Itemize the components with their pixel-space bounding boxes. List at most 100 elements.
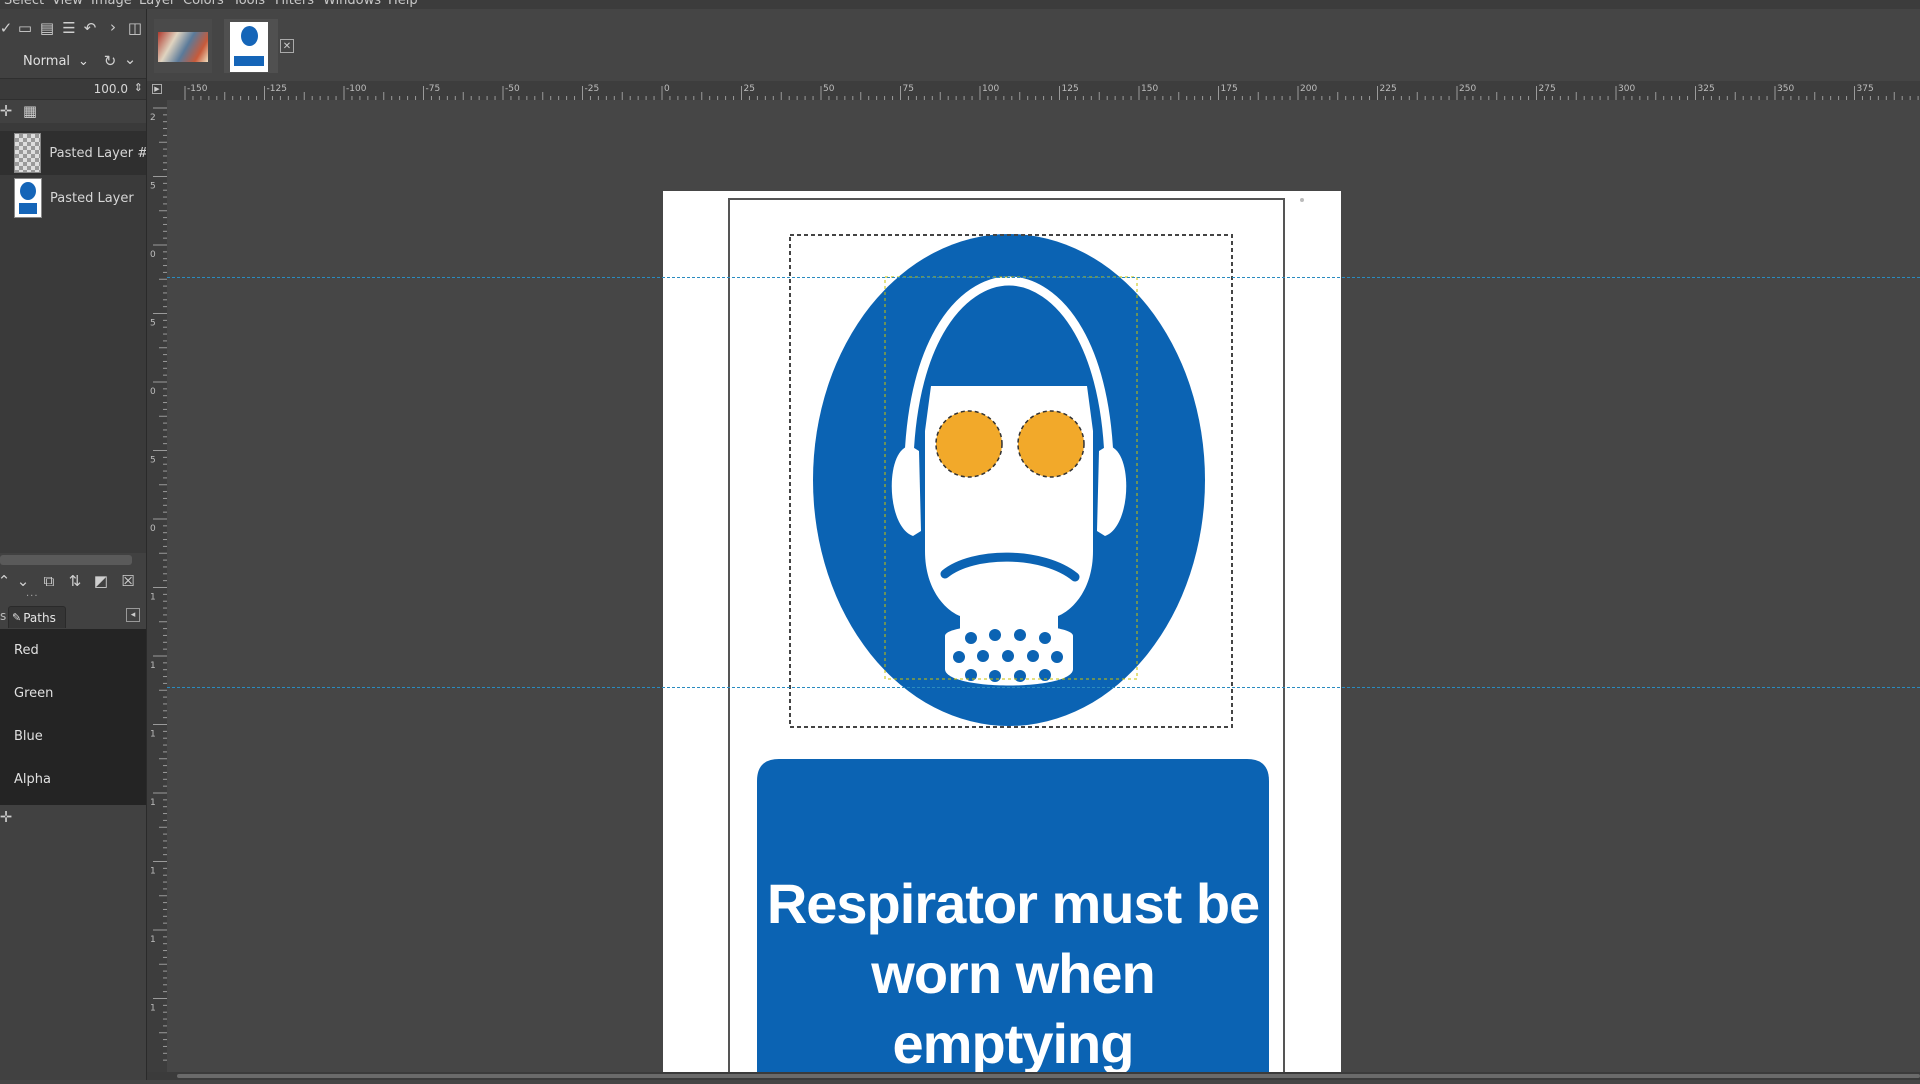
close-tab-icon[interactable]: ✕ [280, 39, 294, 53]
layer-row[interactable]: Pasted Layer [0, 176, 146, 220]
ruler-label: 5 [150, 456, 156, 466]
ruler-label: 100 [982, 84, 999, 94]
ruler-label: 1 [150, 661, 156, 671]
menubar: Select View Image Layer Colors Tools Fil… [0, 0, 1920, 9]
layer-actions-bar: ⌃ ⌄ ⧉ ⇅ ◩ ☒ [0, 571, 146, 593]
device-status-icon[interactable]: ▤ [37, 18, 57, 38]
menu-tools[interactable]: Tools [233, 0, 265, 8]
ruler-label: 2 [150, 113, 156, 123]
ruler-label: -100 [346, 84, 367, 94]
page-corner-mark [1300, 198, 1304, 202]
chevron-down-icon[interactable]: ⌄ [120, 49, 140, 69]
tab-menu-icon[interactable]: ◂ [126, 608, 140, 622]
ruler-label: -125 [267, 84, 287, 94]
horizontal-ruler-ticks: -150 -125 -100 -75 -50 -25 0 25 50 75 100 125 150 175… [184, 84, 1919, 100]
layer-thumbnail [14, 178, 42, 218]
tab-channels-stub[interactable]: s [0, 609, 6, 623]
channel-row-blue[interactable]: Blue [0, 715, 146, 758]
channels-actions-bar: ✛ [0, 807, 146, 829]
menu-filters[interactable]: Filters [275, 0, 314, 8]
ruler-label: 200 [1300, 84, 1317, 94]
sign-text-line: Respirator must be [766, 872, 1260, 935]
tab-paths-label: Paths [23, 610, 56, 625]
menu-layer[interactable]: Layer [139, 0, 175, 8]
layer-name: Pasted Layer [50, 190, 134, 206]
lock-position-icon[interactable]: ✛ [0, 101, 16, 121]
layer-mode-value: Normal [23, 53, 71, 69]
menu-view[interactable]: View [52, 0, 83, 8]
opacity-value: 100.0 [93, 82, 128, 96]
canvas-area[interactable]: Respirator must be worn when emptying [167, 100, 1920, 1072]
ruler-label: 5 [150, 319, 156, 329]
panel-menu-icon[interactable]: ◫ [125, 18, 145, 38]
ruler-label: 225 [1380, 84, 1397, 94]
left-dock-panel: ✓ ▭ ▤ ☰ ↶ › ◫ Normal ⌄ ↻ ⌄ 100.0 ⇕ ✛ ▦ P… [0, 9, 147, 1080]
image-tabs: ✕ [147, 9, 1920, 81]
horizontal-guide[interactable] [167, 687, 1920, 688]
chevron-right-icon[interactable]: › [103, 17, 123, 37]
opacity-spin-icon[interactable]: ⇕ [134, 81, 143, 94]
ruler-label: 75 [903, 84, 914, 94]
layer-row[interactable]: Pasted Layer # [0, 131, 146, 175]
ruler-label: 25 [744, 84, 755, 94]
ruler-label: 125 [1062, 84, 1079, 94]
horizontal-ruler[interactable]: -150 -125 -100 -75 -50 -25 0 25 50 75 100 125 150 175… [167, 81, 1920, 100]
ruler-label: 325 [1698, 84, 1715, 94]
layers-stack-icon[interactable]: ☰ [59, 18, 79, 38]
mode-reset-icon[interactable]: ↻ [100, 51, 120, 71]
ruler-label: 300 [1618, 84, 1635, 94]
channel-label: Blue [14, 729, 43, 744]
anchor-layer-icon[interactable]: ⇅ [65, 571, 85, 591]
menu-image[interactable]: Image [91, 0, 132, 8]
layers-scrollbar[interactable] [0, 555, 132, 565]
duplicate-layer-icon[interactable]: ⧉ [39, 571, 59, 591]
image-tab-sign[interactable] [224, 19, 278, 73]
brush-icon[interactable]: ✓ [0, 18, 16, 38]
channel-row-alpha[interactable]: Alpha [0, 758, 146, 801]
channel-label: Alpha [14, 772, 51, 787]
ruler-label: 350 [1777, 84, 1794, 94]
ruler-label: -150 [187, 84, 208, 94]
delete-layer-icon[interactable]: ☒ [118, 571, 138, 591]
raise-layer-icon[interactable]: ⌃ [0, 571, 14, 591]
layers-list: Pasted Layer # Pasted Layer [0, 123, 146, 553]
opacity-field[interactable]: 100.0 ⇕ [0, 78, 146, 100]
layer-thumbnail [14, 133, 42, 173]
channel-label: Green [14, 686, 54, 701]
channel-row-green[interactable]: Green [0, 672, 146, 715]
ruler-corner[interactable]: ▶ [147, 81, 167, 100]
image-thumbnail [230, 22, 268, 72]
layer-mask-icon[interactable]: ◩ [91, 571, 111, 591]
image-tab-photo[interactable] [154, 19, 212, 73]
vertical-ruler[interactable]: 2 5 0 5 0 5 0 1 1 1 1 1 1 1 [147, 100, 167, 1080]
rect-select-icon[interactable]: ▭ [15, 18, 35, 38]
channel-to-selection-icon[interactable]: ✛ [0, 807, 16, 827]
scrollbar-thumb[interactable] [177, 1074, 1920, 1078]
ruler-label: 0 [150, 250, 156, 260]
dock-grip-icon[interactable]: ··· [26, 591, 39, 602]
tab-paths[interactable]: ✎ Paths [8, 606, 66, 628]
layer-name: Pasted Layer # [49, 145, 146, 161]
menu-windows[interactable]: Windows [323, 0, 381, 8]
undo-history-icon[interactable]: ↶ [80, 18, 100, 38]
menu-colors[interactable]: Colors [183, 0, 224, 8]
lock-alpha-icon[interactable]: ▦ [20, 101, 40, 121]
ruler-label: 1 [150, 730, 156, 740]
ruler-label: -25 [585, 84, 600, 94]
menu-help[interactable]: Help [388, 0, 418, 8]
menu-select[interactable]: Select [4, 0, 44, 8]
horizontal-guide[interactable] [167, 277, 1920, 278]
horizontal-scrollbar[interactable] [147, 1072, 1920, 1080]
lower-layer-icon[interactable]: ⌄ [13, 571, 33, 591]
ruler-label: 175 [1221, 84, 1238, 94]
dock-tabs: s ✎ Paths ◂ [0, 605, 146, 630]
channel-row-red[interactable]: Red [0, 629, 146, 672]
ruler-label: 1 [150, 593, 156, 603]
ruler-label: 1 [150, 867, 156, 877]
ruler-label: 375 [1857, 84, 1874, 94]
layer-mode-select[interactable]: Normal ⌄ [0, 49, 98, 73]
ruler-label: 1 [150, 798, 156, 808]
ruler-label: 150 [1141, 84, 1158, 94]
ruler-label: 1 [150, 1004, 156, 1014]
quick-mask-icon: ▶ [152, 84, 162, 94]
